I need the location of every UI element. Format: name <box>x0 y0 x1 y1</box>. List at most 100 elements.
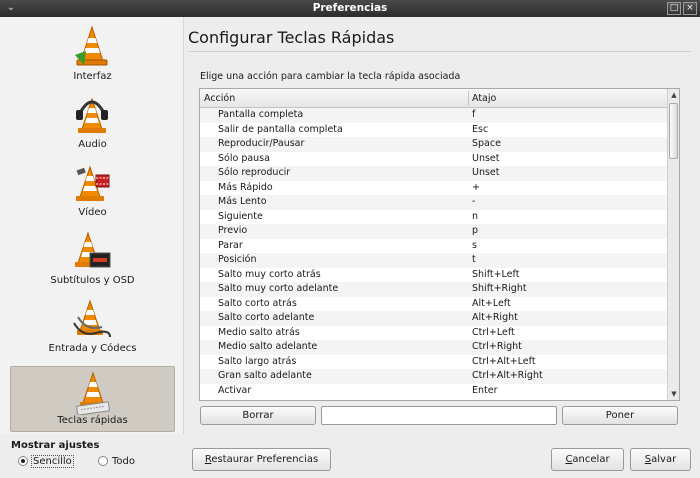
action-cell: Siguiente <box>218 210 263 222</box>
column-header-accion[interactable]: Acción <box>204 93 235 104</box>
shortcut-cell: s <box>472 239 477 251</box>
radio-sencillo-label[interactable]: Sencillo <box>31 454 74 468</box>
column-divider[interactable] <box>468 91 469 106</box>
table-row[interactable]: Parar s <box>200 239 667 254</box>
action-cell: Sólo reproducir <box>218 167 291 178</box>
sidebar-item-entrada[interactable]: Entrada y Códecs <box>10 293 175 359</box>
page-title: Configurar Teclas Rápidas <box>188 28 395 47</box>
table-row[interactable]: Posición t <box>200 253 667 268</box>
table-row[interactable]: Sólo reproducir Unset <box>200 166 667 181</box>
action-cell: Previo <box>218 225 248 236</box>
shortcut-cell: Shift+Right <box>472 283 527 294</box>
column-header-atajo[interactable]: Atajo <box>472 93 496 104</box>
table-row[interactable]: Activar Enter <box>200 384 667 399</box>
close-icon[interactable]: × <box>683 2 697 15</box>
table-row[interactable]: Salto muy corto atrás Shift+Left <box>200 268 667 283</box>
mostrar-ajustes-label: Mostrar ajustes <box>11 440 100 451</box>
sidebar-item-label: Subtítulos y OSD <box>50 275 135 286</box>
poner-button[interactable]: Poner <box>562 406 678 425</box>
salvar-button[interactable]: Salvar <box>630 448 691 471</box>
table-row[interactable]: Más Lento - <box>200 195 667 210</box>
sidebar-item-label: Entrada y Códecs <box>48 343 137 354</box>
sidebar-item-label: Audio <box>78 139 107 150</box>
borrar-button[interactable]: Borrar <box>200 406 316 425</box>
restaurar-preferencias-button[interactable]: Restaurar Preferencias <box>192 448 331 471</box>
hotkeys-table: Acción Atajo Pantalla completa f Salir de … <box>199 88 680 401</box>
scroll-down-icon[interactable]: ▼ <box>668 388 679 400</box>
action-cell: Salir de pantalla completa <box>218 123 343 135</box>
sidebar-item-video[interactable]: Vídeo <box>10 157 175 223</box>
action-cell: Salto corto atrás <box>218 297 297 309</box>
table-row[interactable]: Siguiente n <box>200 210 667 225</box>
table-row[interactable]: Salto largo atrás Ctrl+Alt+Left <box>200 355 667 370</box>
table-row[interactable]: Reproducir/Pausar Space <box>200 137 667 152</box>
vlc-cone-subtitles-icon <box>75 231 111 268</box>
radio-sencillo[interactable]: Sencillo <box>18 454 74 468</box>
sidebar-item-label: Teclas rápidas <box>57 415 128 426</box>
action-cell: Medio salto atrás <box>218 326 300 338</box>
shortcut-cell: + <box>472 181 480 193</box>
action-cell: Salto largo atrás <box>218 355 297 367</box>
action-cell: Posición <box>218 254 257 265</box>
cancelar-button[interactable]: Cancelar <box>551 448 624 471</box>
maximize-icon[interactable]: □ <box>667 2 681 15</box>
radio-sencillo-indicator[interactable] <box>18 456 28 466</box>
table-row[interactable]: Previo p <box>200 224 667 239</box>
action-cell: Más Rápido <box>218 181 273 193</box>
action-cell: Sólo pausa <box>218 152 270 164</box>
shortcut-field[interactable] <box>321 406 557 425</box>
category-sidebar: Interfaz Audio Vídeo Subtítulos y OSD En… <box>0 17 184 434</box>
shortcut-cell: Unset <box>472 152 500 164</box>
radio-todo-label[interactable]: Todo <box>112 456 135 467</box>
title-bar: ⌄ Preferencias □ × <box>0 0 700 17</box>
action-cell: Reproducir/Pausar <box>218 138 305 149</box>
table-row[interactable]: Salto muy corto adelante Shift+Right <box>200 282 667 297</box>
table-body: Pantalla completa f Salir de pantalla comp… <box>200 108 667 398</box>
shortcut-cell: Ctrl+Left <box>472 326 515 338</box>
table-header: Acción Atajo <box>200 89 667 108</box>
action-cell: Activar <box>218 384 252 396</box>
sidebar-item-label: Vídeo <box>78 207 107 218</box>
table-row[interactable]: Sólo pausa Unset <box>200 152 667 167</box>
shortcut-cell: p <box>472 225 479 236</box>
table-row[interactable]: Más Rápido + <box>200 181 667 196</box>
shortcut-cell: f <box>472 109 476 120</box>
sidebar-item-interfaz[interactable]: Interfaz <box>10 21 175 87</box>
table-row[interactable]: Pantalla completa f <box>200 108 667 123</box>
scroll-up-icon[interactable]: ▲ <box>668 89 679 101</box>
table-row[interactable]: Salto corto adelante Alt+Right <box>200 311 667 326</box>
shortcut-cell: Unset <box>472 167 500 178</box>
vlc-cone-icon <box>75 25 108 66</box>
shortcut-cell: Ctrl+Alt+Left <box>472 355 536 367</box>
action-cell: Salto muy corto adelante <box>218 283 339 294</box>
window-title: Preferencias <box>312 2 388 14</box>
vlc-cone-keyboard-icon <box>76 371 110 415</box>
instructions-text: Elige una acción para cambiar la tecla r… <box>200 71 461 82</box>
sidebar-item-subtitulos[interactable]: Subtítulos y OSD <box>10 225 175 291</box>
radio-todo-indicator[interactable] <box>98 456 108 466</box>
radio-todo[interactable]: Todo <box>98 455 135 467</box>
table-row[interactable]: Salir de pantalla completa Esc <box>200 123 667 138</box>
heading-divider <box>188 51 691 52</box>
table-row[interactable]: Medio salto atrás Ctrl+Left <box>200 326 667 341</box>
table-row[interactable]: Gran salto adelante Ctrl+Alt+Right <box>200 369 667 384</box>
shortcut-cell: n <box>472 210 479 222</box>
action-cell: Más Lento <box>218 196 267 207</box>
sidebar-item-label: Interfaz <box>73 71 112 82</box>
action-cell: Parar <box>218 239 243 251</box>
shortcut-cell: Alt+Right <box>472 312 518 323</box>
action-cell: Medio salto adelante <box>218 341 318 352</box>
sidebar-item-teclas-rapidas[interactable]: Teclas rápidas <box>10 366 175 432</box>
shortcut-cell: Enter <box>472 384 498 396</box>
vertical-scrollbar[interactable]: ▲ ▼ <box>667 89 679 400</box>
shortcut-cell: Esc <box>472 123 489 135</box>
scroll-thumb[interactable] <box>669 103 678 159</box>
action-cell: Pantalla completa <box>218 109 304 120</box>
action-cell: Salto muy corto atrás <box>218 268 321 280</box>
sidebar-item-audio[interactable]: Audio <box>10 89 175 155</box>
restaurar-label: estaurar Preferencias <box>211 454 319 465</box>
table-row[interactable]: Medio salto adelante Ctrl+Right <box>200 340 667 355</box>
table-row[interactable]: Salto corto atrás Alt+Left <box>200 297 667 312</box>
salvar-label: alvar <box>651 454 677 465</box>
shortcut-cell: Shift+Left <box>472 268 520 280</box>
